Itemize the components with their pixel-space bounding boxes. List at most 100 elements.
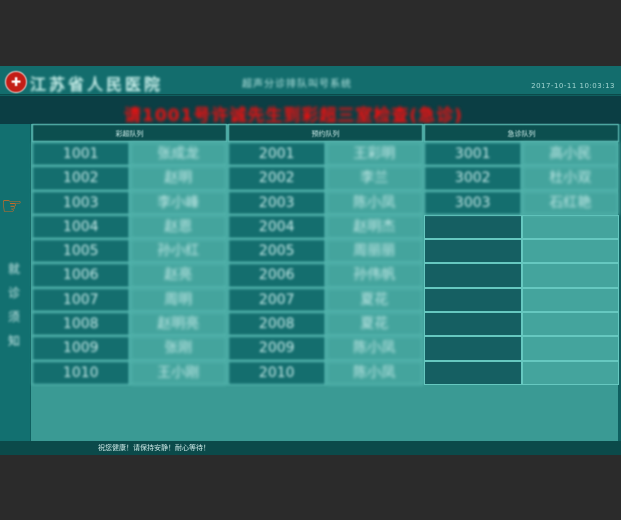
queue-title: 急诊队列	[424, 124, 619, 142]
queue-row: 3001 高小民	[424, 142, 619, 167]
queue-number-cell: 3002	[424, 166, 522, 191]
queue-number-cell: 1010	[32, 360, 130, 385]
footer-bar: 祝您健康！请保持安静！耐心等待！	[0, 441, 621, 455]
patient-name-cell: 孙伟帆	[325, 263, 423, 288]
patient-name-cell: 王彩明	[325, 142, 423, 167]
queue-row	[424, 287, 619, 313]
patient-name-cell	[521, 336, 619, 361]
queue-title: 彩超队列	[32, 124, 227, 142]
system-title: 超声分诊排队叫号系统	[242, 79, 352, 90]
queue-number-cell: 2004	[228, 214, 326, 240]
patient-name-cell	[521, 263, 619, 288]
queue-number-cell	[424, 263, 522, 288]
call-message: 请1001号许诚先生到彩超三室检查(急诊)	[124, 106, 463, 126]
queue-number-cell	[424, 360, 522, 385]
patient-name-cell: 赵亮	[129, 263, 227, 288]
queue-number-cell	[424, 336, 522, 361]
queue-row	[424, 214, 619, 240]
patient-name-cell: 周丽丽	[325, 239, 423, 264]
patient-name-cell	[521, 287, 619, 313]
hospital-name: 江苏省人民医院	[30, 75, 164, 94]
patient-name-cell: 夏花	[325, 287, 423, 313]
datetime-display: 2017-10-11 10:03:13	[531, 82, 615, 90]
queue-row: 2002 李兰	[228, 166, 423, 191]
queue-title: 预约队列	[228, 124, 423, 142]
queue-row: 3003 石红艳	[424, 190, 619, 215]
queue-row	[424, 360, 619, 385]
patient-name-cell: 石红艳	[521, 190, 619, 215]
queue-row: 3002 杜小双	[424, 166, 619, 191]
patient-name-cell: 陈小凤	[325, 190, 423, 215]
queue-row: 1008 赵明亮	[32, 312, 227, 337]
queue-number-cell: 2007	[228, 287, 326, 313]
hospital-logo-icon: ✚	[5, 71, 27, 93]
patient-name-cell: 周明	[129, 287, 227, 313]
queue-number-cell: 2003	[228, 190, 326, 215]
queue-row: 1009 张刚	[32, 336, 227, 361]
side-info-column: ☞ 就诊须知	[0, 124, 30, 441]
queue-number-cell: 1004	[32, 214, 130, 240]
queue-table-appointment: 预约队列 2001 王彩明 2002 李兰 2003 陈小凤 2004 赵明杰 2005 周丽丽 2…	[228, 124, 423, 385]
queue-number-cell	[424, 239, 522, 264]
queue-number-cell: 1003	[32, 190, 130, 215]
queue-row	[424, 263, 619, 288]
queue-row: 1001 张成龙	[32, 142, 227, 167]
queue-number-cell: 2008	[228, 312, 326, 337]
patient-name-cell: 赵明亮	[129, 312, 227, 337]
queue-row: 1005 孙小红	[32, 239, 227, 264]
patient-name-cell	[521, 360, 619, 385]
side-notice-text: 就诊须知	[7, 262, 20, 348]
queue-number-cell: 3001	[424, 142, 522, 167]
patient-name-cell	[521, 239, 619, 264]
queue-number-cell: 1002	[32, 166, 130, 191]
queue-table-emergency: 急诊队列 3001 高小民 3002 杜小双 3003 石红艳	[424, 124, 619, 385]
queue-row: 2001 王彩明	[228, 142, 423, 167]
patient-name-cell	[521, 214, 619, 240]
queue-display-screen: ✚ 江苏省人民医院 超声分诊排队叫号系统 2017-10-11 10:03:13…	[0, 66, 621, 455]
queue-number-cell: 2010	[228, 360, 326, 385]
queue-row: 2004 赵明杰	[228, 214, 423, 240]
patient-name-cell: 张刚	[129, 336, 227, 361]
queue-number-cell: 1005	[32, 239, 130, 264]
queue-row: 2005 周丽丽	[228, 239, 423, 264]
header-bar: ✚ 江苏省人民医院 超声分诊排队叫号系统 2017-10-11 10:03:13	[0, 66, 621, 95]
queue-table-ultrasound: 彩超队列 1001 张成龙 1002 赵明 1003 李小峰 1004 赵恩 1005 孙小红 10…	[32, 124, 227, 385]
queue-number-cell	[424, 214, 522, 240]
queue-row: 2003 陈小凤	[228, 190, 423, 215]
queue-row: 1004 赵恩	[32, 214, 227, 240]
queue-row: 2006 孙伟帆	[228, 263, 423, 288]
queue-row	[424, 336, 619, 361]
queue-number-cell: 2006	[228, 263, 326, 288]
queue-row: 2007 夏花	[228, 287, 423, 313]
queues-panel: 彩超队列 1001 张成龙 1002 赵明 1003 李小峰 1004 赵恩 1005 孙小红 10…	[31, 124, 619, 441]
patient-name-cell: 高小民	[521, 142, 619, 167]
queue-number-cell: 1009	[32, 336, 130, 361]
queue-number-cell: 2001	[228, 142, 326, 167]
patient-name-cell: 孙小红	[129, 239, 227, 264]
queue-row: 1003 李小峰	[32, 190, 227, 215]
patient-name-cell: 陈小凤	[325, 360, 423, 385]
patient-name-cell: 赵明	[129, 166, 227, 191]
patient-name-cell: 张成龙	[129, 142, 227, 167]
queue-number-cell: 1008	[32, 312, 130, 337]
queue-number-cell: 2009	[228, 336, 326, 361]
queue-row: 1010 王小刚	[32, 360, 227, 385]
queue-number-cell: 1006	[32, 263, 130, 288]
queue-row	[424, 239, 619, 264]
patient-name-cell: 杜小双	[521, 166, 619, 191]
hand-pointing-icon: ☞	[1, 192, 23, 220]
queue-number-cell: 1007	[32, 287, 130, 313]
queue-row	[424, 312, 619, 337]
queue-number-cell	[424, 287, 522, 313]
footer-message: 祝您健康！请保持安静！耐心等待！	[98, 444, 210, 452]
queue-row: 2010 陈小凤	[228, 360, 423, 385]
queue-row: 2008 夏花	[228, 312, 423, 337]
queue-number-cell: 2002	[228, 166, 326, 191]
queue-number-cell: 3003	[424, 190, 522, 215]
queue-row: 2009 陈小凤	[228, 336, 423, 361]
queue-row: 1007 周明	[32, 287, 227, 313]
patient-name-cell: 李兰	[325, 166, 423, 191]
queue-number-cell: 2005	[228, 239, 326, 264]
patient-name-cell: 陈小凤	[325, 336, 423, 361]
patient-name-cell: 王小刚	[129, 360, 227, 385]
